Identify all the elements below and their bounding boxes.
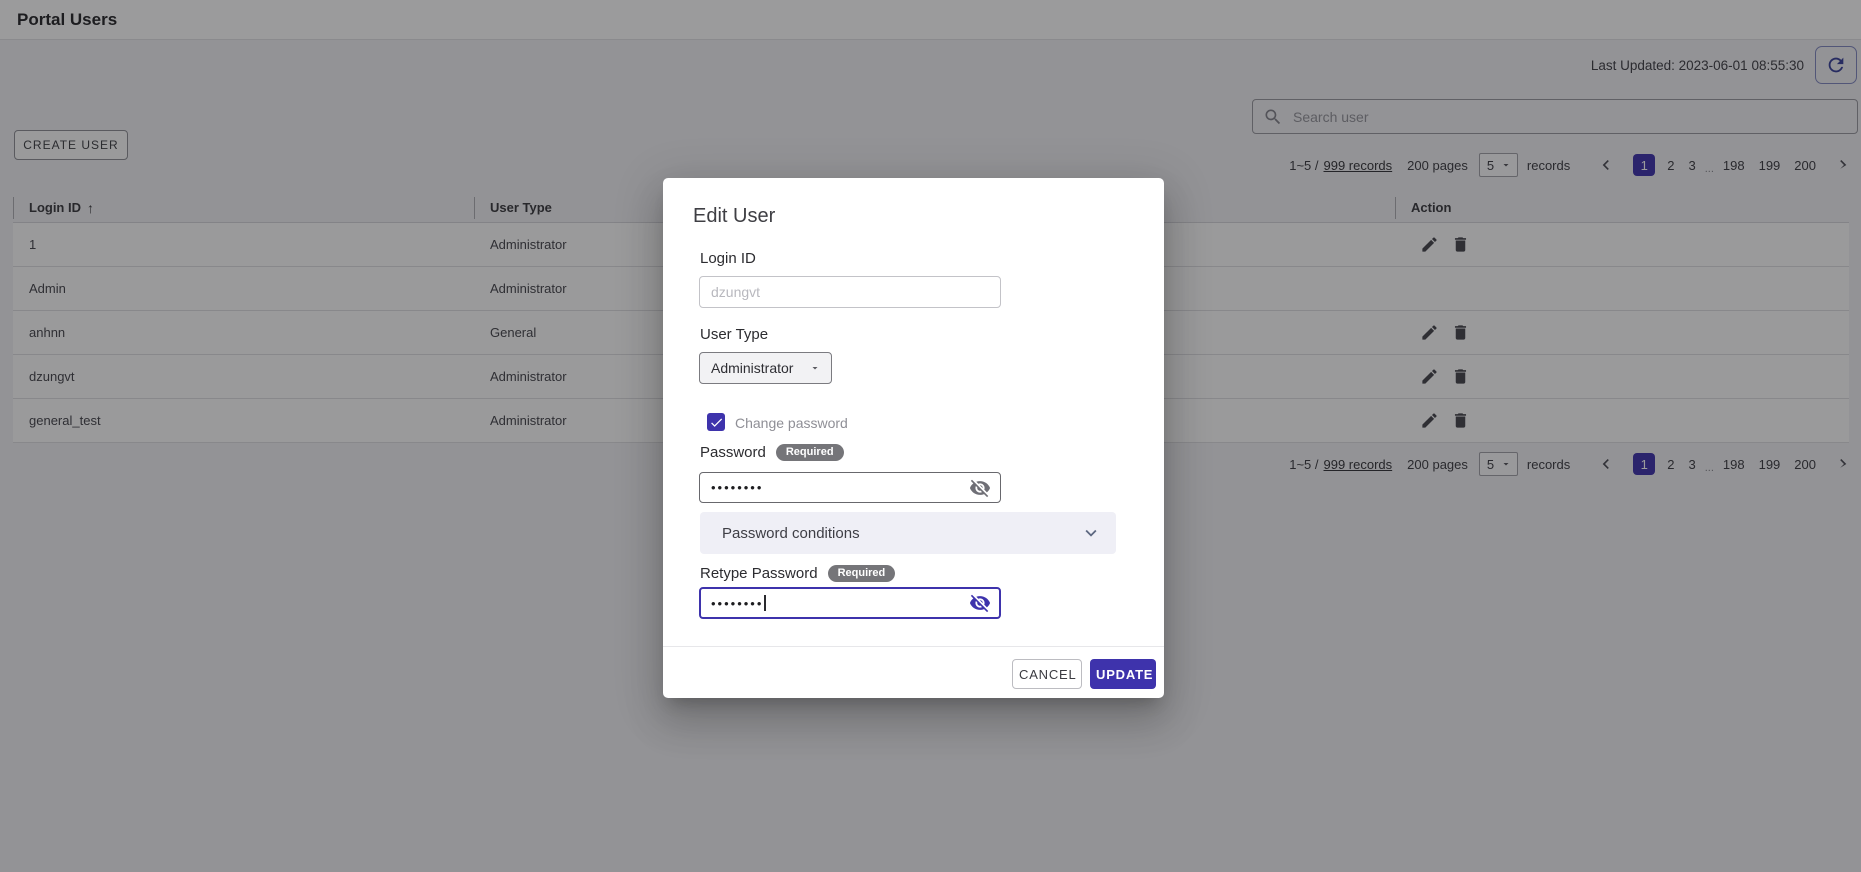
dialog-title: Edit User: [693, 205, 775, 228]
login-id-label: Login ID: [700, 250, 756, 267]
password-field[interactable]: ••••••••: [699, 472, 1001, 503]
dialog-footer-divider: [663, 646, 1164, 647]
password-label: Password: [700, 444, 766, 461]
update-button[interactable]: UPDATE: [1090, 659, 1156, 689]
retype-password-label-row: Retype Password Required: [700, 565, 895, 582]
caret-down-icon: [809, 362, 821, 374]
retype-password-masked-value: ••••••••: [711, 595, 766, 611]
password-conditions-expander[interactable]: Password conditions: [700, 512, 1116, 554]
text-cursor: [764, 595, 766, 611]
portal-users-page: Portal Users Last Updated: 2023-06-01 08…: [0, 0, 1861, 872]
required-badge: Required: [828, 565, 896, 582]
change-password-label: Change password: [735, 415, 848, 431]
change-password-checkbox[interactable]: [707, 413, 725, 431]
password-masked-value: ••••••••: [711, 480, 763, 495]
eye-off-icon: [969, 592, 991, 614]
retype-password-label: Retype Password: [700, 565, 818, 582]
user-type-value: Administrator: [711, 360, 793, 376]
user-type-select[interactable]: Administrator: [699, 352, 832, 384]
retype-password-field[interactable]: ••••••••: [699, 587, 1001, 619]
login-id-input[interactable]: [700, 284, 1000, 300]
user-type-label: User Type: [700, 326, 768, 343]
required-badge: Required: [776, 444, 844, 461]
check-icon: [709, 415, 724, 430]
chevron-down-icon: [1080, 522, 1102, 544]
login-id-field-wrap: [699, 276, 1001, 308]
toggle-retype-visibility-button[interactable]: [968, 591, 992, 615]
edit-user-dialog: Edit User Login ID User Type Administrat…: [663, 178, 1164, 698]
toggle-password-visibility-button[interactable]: [968, 476, 992, 500]
password-label-row: Password Required: [700, 444, 844, 461]
eye-off-icon: [969, 477, 991, 499]
cancel-button[interactable]: CANCEL: [1012, 659, 1082, 689]
password-conditions-label: Password conditions: [722, 525, 860, 542]
